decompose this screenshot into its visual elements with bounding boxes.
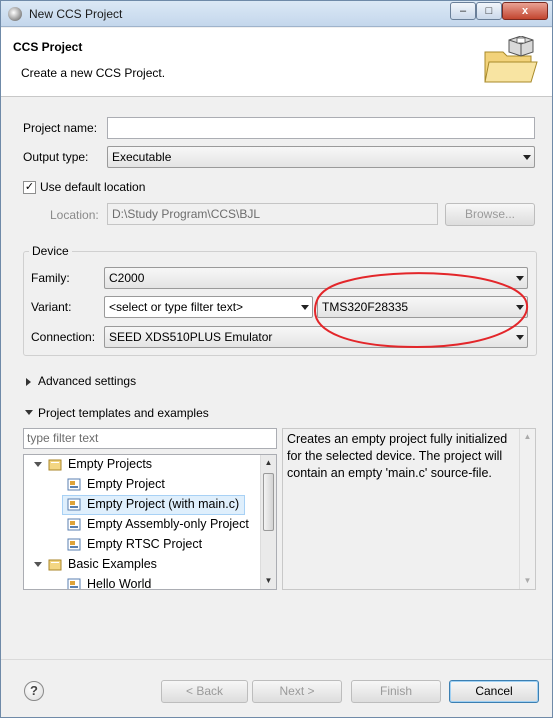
tree-node-label: Empty Assembly-only Project	[87, 517, 249, 531]
page-title: CCS Project	[13, 40, 83, 54]
tree-node-hello-world[interactable]: Hello World	[24, 575, 261, 590]
next-button[interactable]: Next >	[252, 680, 342, 703]
connection-select[interactable]: SEED XDS510PLUS Emulator	[104, 326, 528, 348]
template-description: Creates an empty project fully initializ…	[287, 432, 508, 480]
maximize-button[interactable]: □	[476, 2, 502, 20]
scroll-down-icon[interactable]: ▼	[520, 573, 535, 589]
chevron-down-icon	[516, 305, 524, 310]
family-value: C2000	[109, 271, 145, 285]
device-group-title: Device	[29, 244, 72, 258]
tree-node-empty-rtsc-project[interactable]: Empty RTSC Project	[24, 535, 261, 555]
template-tree[interactable]: Empty Projects Empty Project Empty Proje…	[23, 454, 277, 590]
connection-label: Connection:	[31, 330, 96, 344]
footer-separator	[1, 659, 552, 660]
output-type-label: Output type:	[23, 150, 89, 164]
template-icon	[67, 478, 81, 491]
close-button[interactable]: x	[502, 2, 548, 20]
expand-arrow-icon[interactable]	[26, 378, 31, 386]
expand-arrow-icon[interactable]	[34, 562, 42, 567]
tree-node-empty-assembly-project[interactable]: Empty Assembly-only Project	[24, 515, 261, 535]
family-label: Family:	[31, 271, 70, 285]
project-name-label: Project name:	[23, 121, 98, 135]
minimize-button[interactable]: –	[450, 2, 476, 20]
tree-scrollbar[interactable]: ▲ ▼	[260, 455, 276, 589]
tree-node-basic-examples[interactable]: Basic Examples	[24, 555, 261, 575]
finish-button[interactable]: Finish	[351, 680, 441, 703]
back-button[interactable]: < Back	[161, 680, 248, 703]
tree-node-label: Empty Project (with main.c)	[87, 497, 240, 511]
output-type-select[interactable]: Executable	[107, 146, 535, 168]
advanced-settings-toggle[interactable]: Advanced settings	[38, 374, 136, 388]
variant-filter-text: <select or type filter text>	[109, 300, 244, 314]
folder-icon	[48, 458, 62, 471]
scroll-up-icon[interactable]: ▲	[261, 455, 276, 471]
template-icon	[67, 498, 81, 511]
location-label: Location:	[50, 208, 99, 222]
variant-label: Variant:	[31, 300, 72, 314]
template-description-box: Creates an empty project fully initializ…	[282, 428, 536, 590]
output-type-value: Executable	[112, 150, 172, 164]
folder-icon	[48, 558, 62, 571]
tree-node-label: Empty Projects	[68, 457, 153, 471]
chevron-down-icon	[523, 155, 531, 160]
chevron-down-icon	[516, 335, 524, 340]
connection-value: SEED XDS510PLUS Emulator	[109, 330, 273, 344]
browse-button[interactable]: Browse...	[445, 203, 535, 226]
project-name-input[interactable]	[107, 117, 535, 139]
scroll-thumb[interactable]	[263, 473, 274, 531]
tree-node-label: Hello World	[87, 577, 152, 590]
tree-node-label: Empty Project	[87, 477, 165, 491]
chevron-down-icon	[516, 276, 524, 281]
location-input[interactable]: D:\Study Program\CCS\BJL	[107, 203, 438, 225]
use-default-location-label: Use default location	[40, 180, 146, 194]
cancel-button[interactable]: Cancel	[449, 680, 539, 703]
family-select[interactable]: C2000	[104, 267, 528, 289]
tree-node-empty-project-main-c[interactable]: Empty Project (with main.c)	[62, 495, 245, 515]
title-bar: New CCS Project – □ x	[1, 1, 552, 27]
scroll-up-icon[interactable]: ▲	[520, 429, 535, 445]
page-description: Create a new CCS Project.	[21, 66, 166, 80]
scroll-down-icon[interactable]: ▼	[261, 573, 276, 589]
app-icon	[8, 7, 22, 21]
variant-select[interactable]: TMS320F28335	[317, 296, 528, 318]
help-icon[interactable]: ?	[24, 681, 44, 701]
new-ccs-project-dialog: New CCS Project – □ x CCS Project Create…	[0, 0, 553, 718]
tree-node-empty-project[interactable]: Empty Project	[24, 475, 261, 495]
window-title: New CCS Project	[29, 7, 123, 21]
template-icon	[67, 538, 81, 551]
template-filter-input[interactable]: type filter text	[23, 428, 277, 449]
wizard-header: CCS Project Create a new CCS Project.	[1, 28, 552, 97]
expand-arrow-icon[interactable]	[34, 462, 42, 467]
variant-value: TMS320F28335	[322, 300, 409, 314]
use-default-location-checkbox[interactable]: ✓	[23, 181, 36, 194]
variant-filter-combo[interactable]: <select or type filter text>	[104, 296, 313, 318]
tree-node-empty-projects[interactable]: Empty Projects	[24, 455, 261, 475]
template-icon	[67, 518, 81, 531]
collapse-arrow-icon[interactable]	[25, 410, 33, 415]
tree-node-label: Basic Examples	[68, 557, 157, 571]
folder-wizard-icon	[484, 36, 538, 83]
description-scrollbar[interactable]: ▲ ▼	[519, 429, 535, 589]
tree-node-label: Empty RTSC Project	[87, 537, 203, 551]
project-templates-toggle[interactable]: Project templates and examples	[38, 406, 209, 420]
chevron-down-icon	[301, 305, 309, 310]
template-icon	[67, 578, 81, 589]
